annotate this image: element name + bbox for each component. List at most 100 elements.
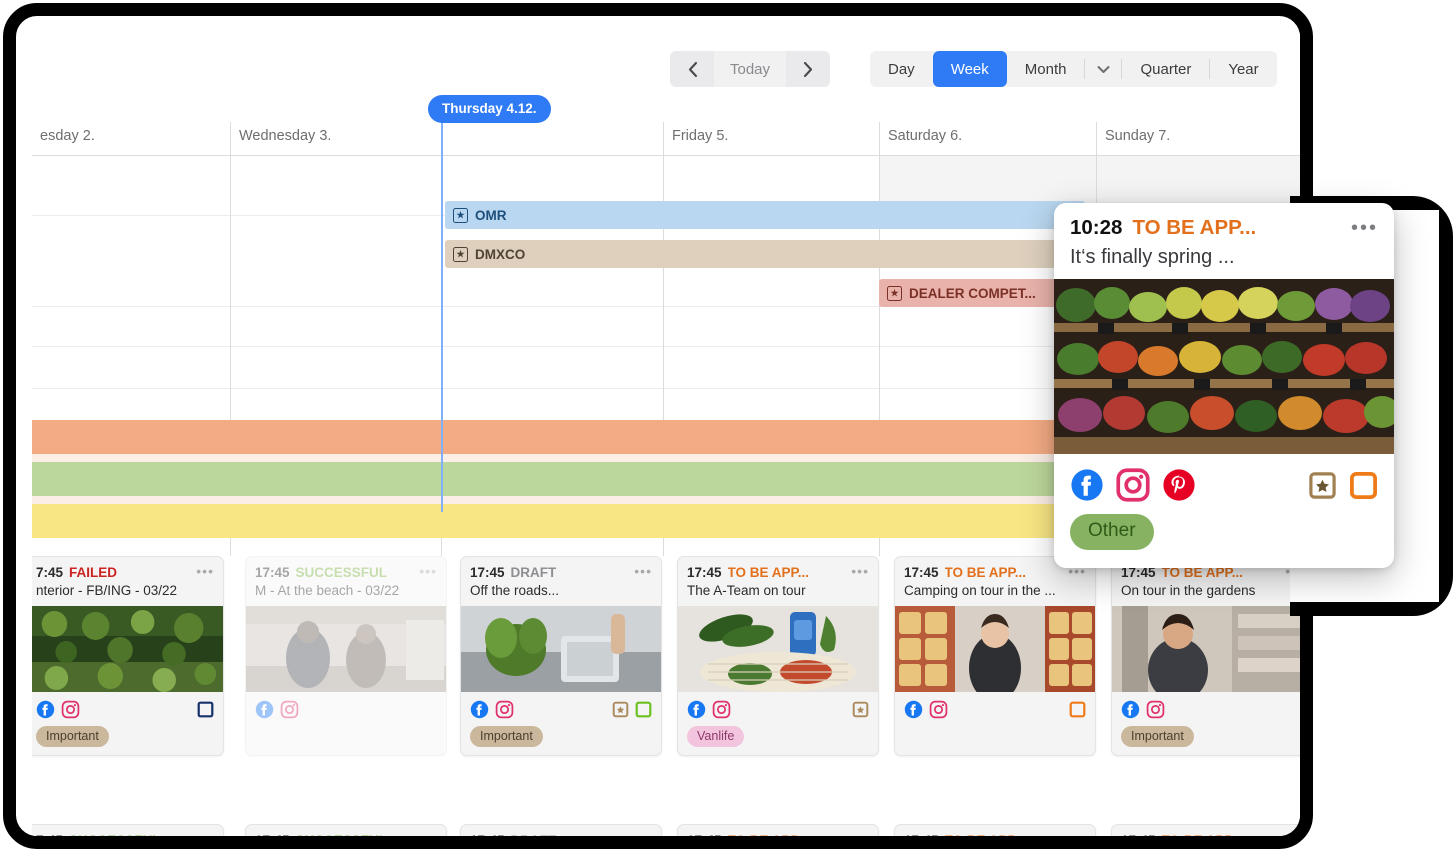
- popup-footer: Other: [1054, 454, 1394, 568]
- square-mark-icon[interactable]: [1069, 701, 1086, 718]
- post-card-footer: Important: [32, 692, 223, 755]
- pinterest-icon[interactable]: [1162, 468, 1196, 502]
- popup-channels-row: [1070, 468, 1378, 502]
- post-card[interactable]: 17:45 TO BE APP... ••• Camping on tour i…: [894, 556, 1096, 756]
- post-menu-icon[interactable]: •••: [634, 564, 652, 578]
- instagram-icon[interactable]: [61, 700, 80, 719]
- post-menu-icon[interactable]: •••: [196, 564, 214, 578]
- range-day-button[interactable]: Day: [870, 51, 933, 87]
- facebook-icon[interactable]: [36, 700, 55, 719]
- post-status: SUCCESSFUL: [295, 565, 388, 580]
- popup-tag[interactable]: Other: [1070, 514, 1154, 550]
- post-card[interactable]: 17:45 SUCCESSFUL ••• M - At the beach - …: [245, 824, 447, 836]
- range-month-button[interactable]: Month: [1007, 51, 1085, 87]
- post-status: TO BE APP...: [727, 833, 810, 848]
- post-channels-row: [904, 699, 1086, 719]
- popup-title: It‘s finally spring ...: [1070, 246, 1235, 268]
- square-mark-icon[interactable]: [635, 701, 652, 718]
- post-channels-row: [470, 699, 652, 719]
- post-menu-icon[interactable]: •••: [1285, 832, 1300, 836]
- event-dealer-competition[interactable]: ★ DEALER COMPET...: [879, 279, 1079, 307]
- post-time: 17:45: [687, 833, 722, 848]
- post-menu-icon[interactable]: •••: [634, 832, 652, 836]
- facebook-icon[interactable]: [904, 700, 923, 719]
- post-card-header: 17:45 SUCCESSFUL •••: [246, 557, 446, 582]
- post-tag[interactable]: Vanlife: [687, 726, 745, 747]
- post-menu-icon[interactable]: •••: [419, 564, 437, 578]
- post-card[interactable]: 17:45 SUCCESSFUL ••• M - At the beach - …: [245, 556, 447, 756]
- post-menu-icon[interactable]: •••: [1068, 832, 1086, 836]
- instagram-icon[interactable]: [929, 700, 948, 719]
- post-cards-area: 7:45 FAILED ••• nterior - FB/ING - 03/22: [32, 556, 1300, 848]
- post-time: 17:45: [255, 565, 290, 580]
- post-menu-icon[interactable]: •••: [196, 832, 214, 836]
- facebook-icon[interactable]: [1070, 468, 1104, 502]
- post-menu-icon[interactable]: •••: [419, 832, 437, 836]
- post-card-header: 17:45 TO BE APP... •••: [895, 825, 1095, 848]
- facebook-icon[interactable]: [687, 700, 706, 719]
- event-dmxco[interactable]: ★ DMXCO: [445, 240, 1105, 268]
- post-card[interactable]: 17:45 DRAFT ••• Off the roads | 12/21 |: [460, 824, 662, 836]
- post-detail-popup[interactable]: 10:28 TO BE APP... ••• It‘s finally spri…: [1054, 203, 1394, 568]
- post-card-header: 17:45 DRAFT •••: [461, 557, 661, 582]
- column-header-thursday: [441, 122, 663, 156]
- column-header-saturday: Saturday 6.: [879, 122, 1096, 156]
- instagram-icon[interactable]: [712, 700, 731, 719]
- today-date-pill: Thursday 4.12.: [428, 95, 551, 123]
- facebook-icon[interactable]: [255, 700, 274, 719]
- card-column-5-row2: 17:45 TO BE APP... ••• Camping on tour i…: [894, 824, 1096, 848]
- popup-status: TO BE APP...: [1132, 216, 1257, 239]
- post-status: TO BE APP...: [944, 565, 1027, 580]
- post-card[interactable]: 7:45 SUCCESSFUL ••• terior - LN/X - 03/2…: [32, 824, 224, 848]
- post-card[interactable]: 17:45 TO BE APP... ••• The A-Team on tou…: [677, 824, 879, 848]
- post-card[interactable]: 17:45 TO BE APP... ••• On tour in the ga…: [1111, 824, 1300, 836]
- post-status: DRAFT: [510, 565, 557, 580]
- star-box-icon[interactable]: [1308, 471, 1337, 500]
- star-box-icon[interactable]: [852, 701, 869, 718]
- today-button[interactable]: Today: [714, 51, 787, 87]
- instagram-icon[interactable]: [280, 700, 299, 719]
- post-card-footer: Important: [461, 692, 661, 755]
- post-thumbnail: [32, 606, 223, 692]
- square-mark-icon[interactable]: [1349, 471, 1378, 500]
- popup-menu-icon[interactable]: •••: [1351, 218, 1378, 238]
- chevron-down-icon[interactable]: [1085, 51, 1121, 87]
- instagram-icon[interactable]: [495, 700, 514, 719]
- post-card[interactable]: 17:45 TO BE APP... ••• The A-Team on tou…: [677, 556, 879, 756]
- post-status: SUCCESSFUL: [69, 833, 161, 848]
- post-card[interactable]: 7:45 FAILED ••• nterior - FB/ING - 03/22: [32, 556, 224, 756]
- post-channels-row: [255, 699, 437, 719]
- facebook-icon[interactable]: [1121, 700, 1140, 719]
- star-box-icon[interactable]: [612, 701, 629, 718]
- range-quarter-button[interactable]: Quarter: [1122, 51, 1209, 87]
- prev-period-button[interactable]: [670, 51, 714, 87]
- post-status: TO BE APP...: [727, 565, 810, 580]
- post-status: TO BE APP...: [944, 833, 1027, 848]
- square-mark-icon[interactable]: [197, 701, 214, 718]
- post-menu-icon[interactable]: •••: [851, 832, 869, 836]
- post-thumbnail: [895, 606, 1095, 692]
- post-card[interactable]: 17:45 TO BE APP... ••• On tour in the ga…: [1111, 556, 1300, 756]
- card-column-3-row2: 17:45 DRAFT ••• Off the roads | 12/21 |: [460, 824, 662, 836]
- event-title: DMXCO: [475, 246, 526, 262]
- post-tag[interactable]: Important: [1121, 726, 1194, 747]
- event-omr[interactable]: ★ OMR: [445, 201, 1085, 229]
- post-channels-row: [1121, 699, 1300, 719]
- post-time: 17:45: [904, 565, 939, 580]
- post-tag[interactable]: Important: [36, 726, 109, 747]
- instagram-icon[interactable]: [1116, 468, 1150, 502]
- star-box-icon: ★: [453, 207, 468, 223]
- post-card[interactable]: 17:45 DRAFT ••• Off the roads... Importa…: [460, 556, 662, 756]
- post-card[interactable]: 17:45 TO BE APP... ••• Camping on tour i…: [894, 824, 1096, 848]
- next-period-button[interactable]: [786, 51, 831, 87]
- post-card-footer: Vanlife: [678, 692, 878, 755]
- range-year-button[interactable]: Year: [1210, 51, 1276, 87]
- card-column-2-row2: 17:45 SUCCESSFUL ••• M - At the beach - …: [245, 824, 447, 836]
- instagram-icon[interactable]: [1146, 700, 1165, 719]
- post-title: On tour in the gardens: [1121, 583, 1256, 598]
- post-tag-empty: [255, 726, 278, 747]
- range-week-button[interactable]: Week: [932, 51, 1007, 87]
- post-tag[interactable]: Important: [470, 726, 543, 747]
- facebook-icon[interactable]: [470, 700, 489, 719]
- post-menu-icon[interactable]: •••: [851, 564, 869, 578]
